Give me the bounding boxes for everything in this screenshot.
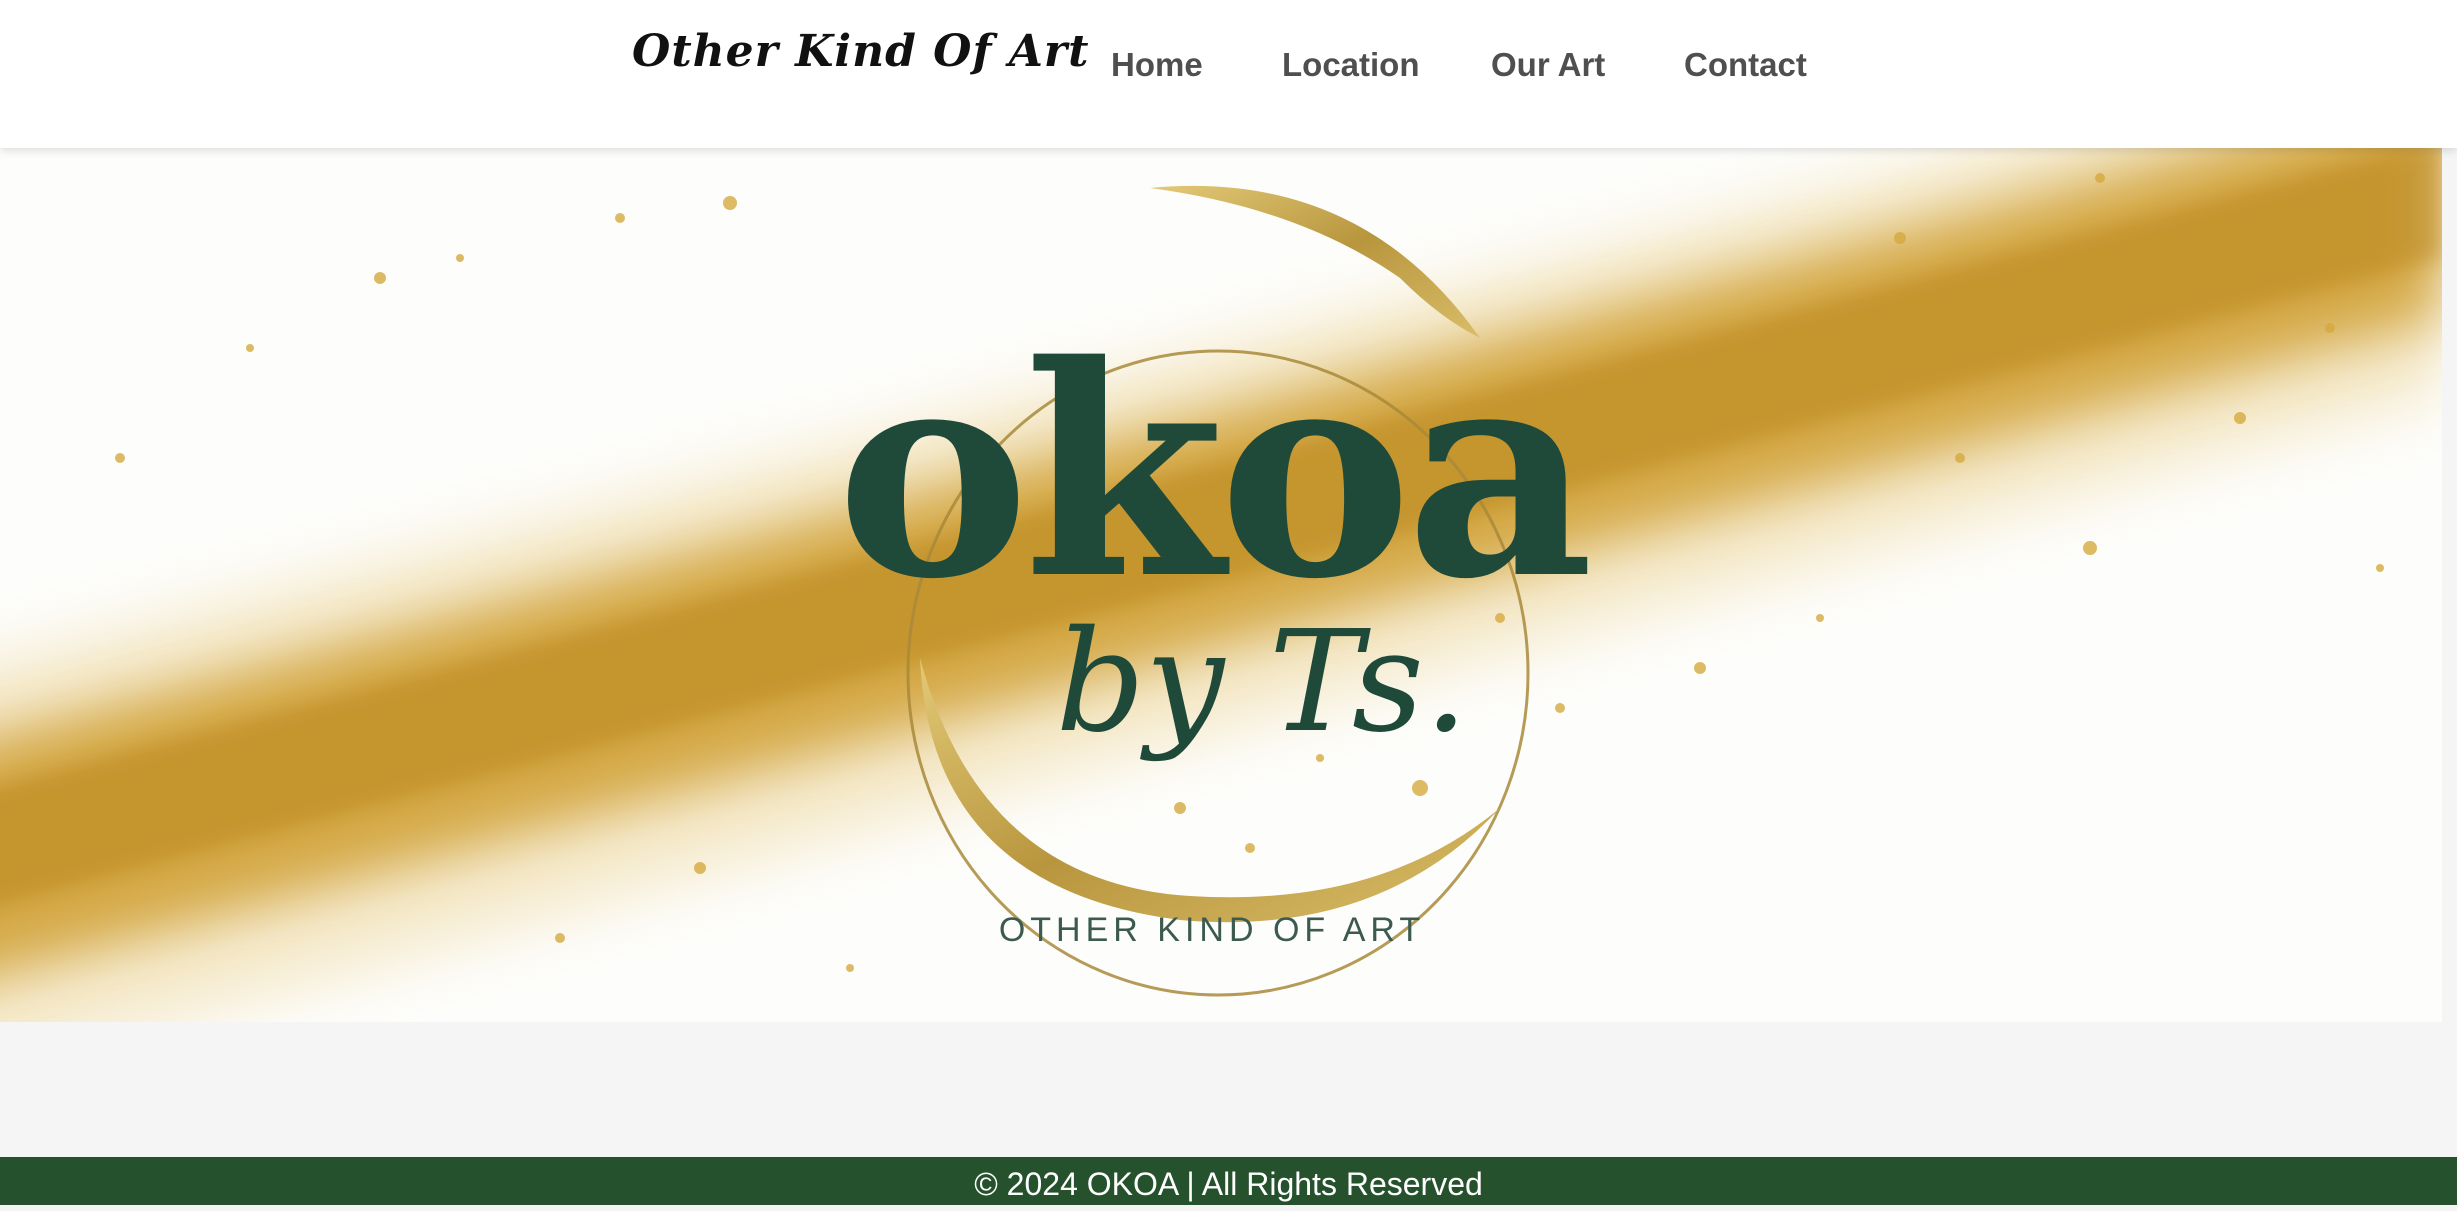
- hero-artwork: okoa by Ts. OTHER KIND OF ART: [0, 148, 2442, 1022]
- logo-tagline: OTHER KIND OF ART: [999, 911, 1425, 949]
- nav-contact[interactable]: Contact: [1684, 46, 1807, 84]
- logo-wordmark: okoa: [836, 303, 1588, 643]
- nav-our-art[interactable]: Our Art: [1491, 46, 1605, 84]
- footer-copyright: © 2024 OKOA | All Rights Reserved: [974, 1166, 1483, 1202]
- site-footer: © 2024 OKOA | All Rights Reserved: [0, 1157, 2457, 1205]
- nav-location[interactable]: Location: [1282, 46, 1420, 84]
- top-navbar: Other Kind Of Art Home Location Our Art …: [0, 0, 2457, 148]
- logo-byline: by Ts.: [1056, 601, 1469, 764]
- hero-banner: okoa by Ts. OTHER KIND OF ART: [0, 148, 2442, 1022]
- nav-home[interactable]: Home: [1111, 46, 1203, 84]
- site-title[interactable]: Other Kind Of Art: [632, 26, 1089, 77]
